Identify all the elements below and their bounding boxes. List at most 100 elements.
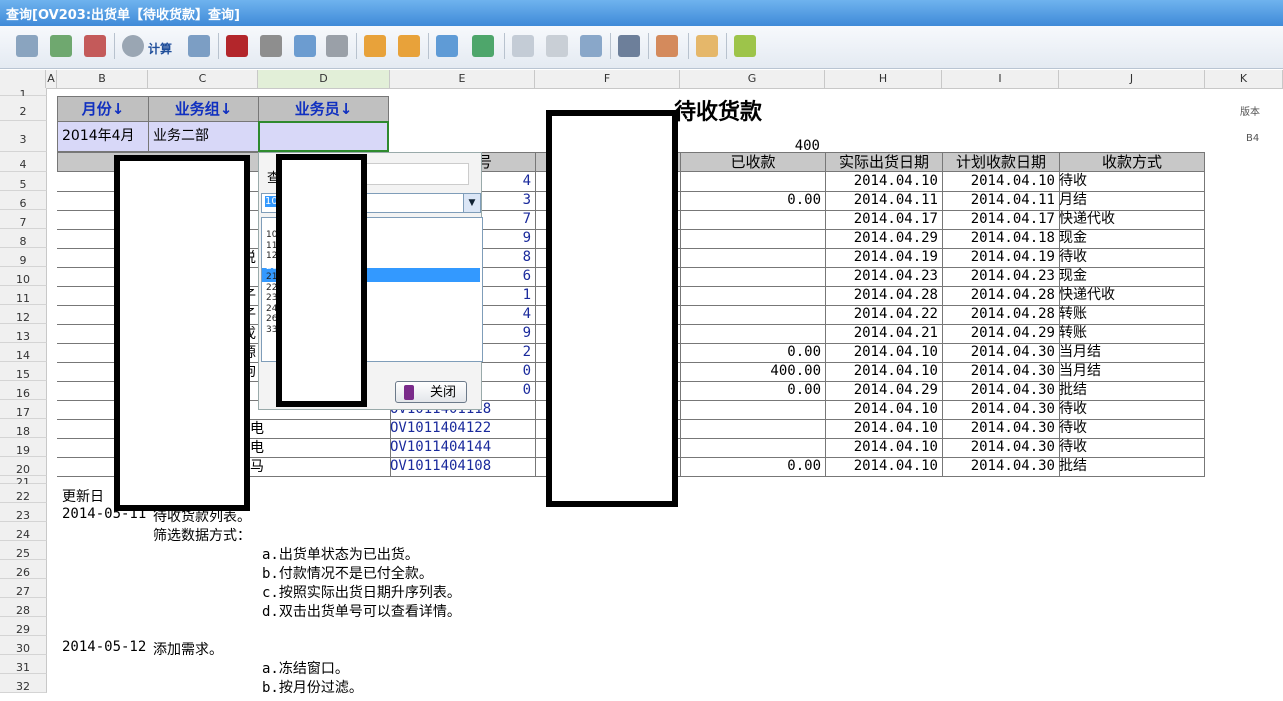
search-input[interactable]: [365, 163, 469, 185]
row-header-5[interactable]: 5: [0, 172, 47, 191]
method-cell: 当月结: [1059, 362, 1205, 382]
row-header-13[interactable]: 13: [0, 324, 47, 343]
order-no-cell[interactable]: OV1011404144: [390, 438, 536, 458]
row-header-3[interactable]: 3: [0, 121, 47, 152]
database-import-icon[interactable]: [50, 35, 72, 57]
received-cell: [680, 267, 826, 287]
toolbar-separator: [504, 33, 505, 59]
row-header-14[interactable]: 14: [0, 343, 47, 362]
user-upload-icon[interactable]: [364, 35, 386, 57]
pages-icon[interactable]: [546, 35, 568, 57]
row-header-16[interactable]: 16: [0, 381, 47, 400]
ship-date-cell: 2014.04.11: [825, 191, 943, 211]
received-cell: [680, 286, 826, 306]
toolbar-separator: [726, 33, 727, 59]
row-header-18[interactable]: 18: [0, 419, 47, 438]
group-filter-header: 业务组↓: [148, 96, 259, 122]
toolbar-separator: [648, 33, 649, 59]
column-header-c[interactable]: C: [148, 70, 258, 89]
row-header-17[interactable]: 17: [0, 400, 47, 419]
row-header-21[interactable]: 21: [0, 476, 47, 489]
note-line-2: 筛选数据方式：: [153, 528, 251, 544]
window-titlebar: 查询[OV203:出货单【待收货款】查询]: [0, 0, 1283, 26]
row-header-28[interactable]: 28: [0, 598, 47, 617]
month-filter-value[interactable]: 2014年4月: [57, 121, 149, 152]
column-header-h[interactable]: H: [825, 70, 942, 89]
zoom-icon[interactable]: [294, 35, 316, 57]
row-header-23[interactable]: 23: [0, 503, 47, 522]
row-header-4[interactable]: 4: [0, 152, 47, 172]
column-header-b[interactable]: B: [57, 70, 148, 89]
print-icon[interactable]: [326, 35, 348, 57]
image-export-icon[interactable]: [436, 35, 458, 57]
document-icon[interactable]: [580, 35, 602, 57]
column-header-a[interactable]: A: [46, 70, 57, 89]
close-button[interactable]: 关闭: [395, 381, 467, 403]
row-header-8[interactable]: 8: [0, 229, 47, 248]
row-header-9[interactable]: 9: [0, 248, 47, 267]
column-header-e[interactable]: E: [390, 70, 535, 89]
row-header-25[interactable]: 25: [0, 541, 47, 560]
ship-date-cell: 2014.04.10: [825, 419, 943, 439]
tools-icon[interactable]: [512, 35, 534, 57]
binoculars-icon[interactable]: [226, 35, 248, 57]
ship-date-cell: 2014.04.22: [825, 305, 943, 325]
customer-partial-text: 马: [250, 459, 264, 475]
row-header-19[interactable]: 19: [0, 438, 47, 457]
row-header-11[interactable]: 11: [0, 286, 47, 305]
row-header-26[interactable]: 26: [0, 560, 47, 579]
row-header-2[interactable]: 2: [0, 96, 47, 121]
note-b2: b.按月份过滤。: [262, 680, 363, 696]
database-delete-icon[interactable]: [84, 35, 106, 57]
column-header-g[interactable]: G: [680, 70, 825, 89]
row-header-10[interactable]: 10: [0, 267, 47, 286]
column-header-d[interactable]: D: [258, 70, 390, 89]
database-add-icon[interactable]: [16, 35, 38, 57]
calendar-icon[interactable]: [656, 35, 678, 57]
plan-date-cell: 2014.04.29: [942, 324, 1060, 344]
row-header-27[interactable]: 27: [0, 579, 47, 598]
version-label: 版本: [1240, 107, 1260, 118]
row-header-32[interactable]: 32: [0, 674, 47, 693]
received-cell: [680, 305, 826, 325]
edit-icon[interactable]: [188, 35, 210, 57]
column-header-f[interactable]: F: [535, 70, 680, 89]
select-all-corner[interactable]: [0, 70, 46, 89]
unlock-icon[interactable]: [696, 35, 718, 57]
calculate-icon[interactable]: [122, 35, 144, 57]
column-header-j[interactable]: J: [1059, 70, 1205, 89]
chevron-down-icon[interactable]: ▼: [463, 194, 480, 212]
row-header-22[interactable]: 22: [0, 484, 47, 503]
group-filter-value[interactable]: 业务二部: [148, 121, 259, 152]
order-no-cell[interactable]: OV1011404108: [390, 457, 536, 477]
row-header-24[interactable]: 24: [0, 522, 47, 541]
column-header-i[interactable]: I: [942, 70, 1059, 89]
row-header-7[interactable]: 7: [0, 210, 47, 229]
column-header-k[interactable]: K: [1205, 70, 1283, 89]
method-cell: 月结: [1059, 191, 1205, 211]
row-header-1[interactable]: 1: [0, 88, 47, 101]
row-header-30[interactable]: 30: [0, 636, 47, 655]
row-header-12[interactable]: 12: [0, 305, 47, 324]
plan-date-cell: 2014.04.30: [942, 438, 1060, 458]
received-cell: 0.00: [680, 343, 826, 363]
plan-date-cell: 2014.04.30: [942, 343, 1060, 363]
method-cell: 快递代收: [1059, 210, 1205, 230]
version-value: B4: [1246, 133, 1260, 144]
row-header-15[interactable]: 15: [0, 362, 47, 381]
received-cell: [680, 172, 826, 192]
image-add-icon[interactable]: [472, 35, 494, 57]
exit-icon[interactable]: [734, 35, 756, 57]
user-download-icon[interactable]: [398, 35, 420, 57]
row-header-29[interactable]: 29: [0, 617, 47, 636]
row-header-31[interactable]: 31: [0, 655, 47, 674]
window-icon[interactable]: [618, 35, 640, 57]
find-icon[interactable]: [260, 35, 282, 57]
staff-filter-value[interactable]: [258, 121, 389, 152]
order-no-cell[interactable]: OV1011404122: [390, 419, 536, 439]
row-header-20[interactable]: 20: [0, 457, 47, 476]
received-cell: [680, 400, 826, 420]
calculate-button-label[interactable]: 计算: [148, 40, 172, 57]
row-header-6[interactable]: 6: [0, 191, 47, 210]
toolbar-separator: [428, 33, 429, 59]
